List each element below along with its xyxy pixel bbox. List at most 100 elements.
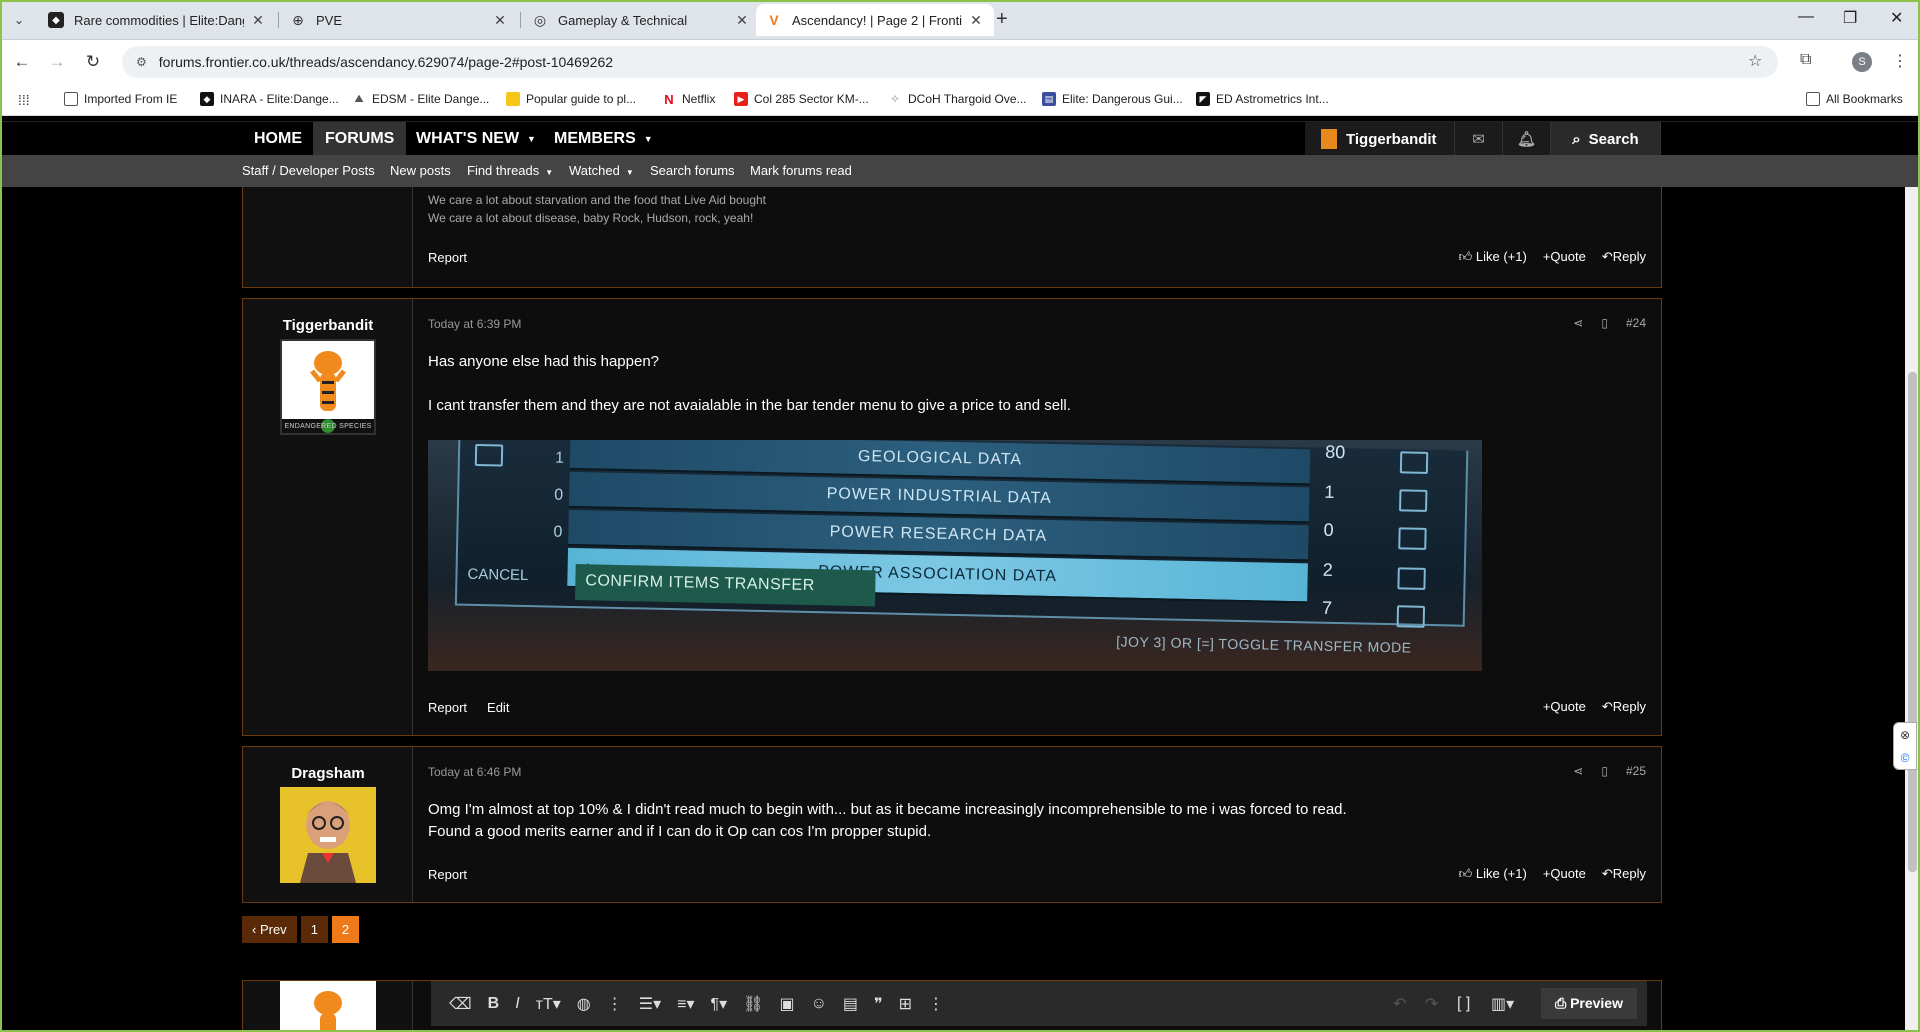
tab-close-icon[interactable]: ✕ (492, 12, 508, 29)
page-1-button[interactable]: 1 (300, 916, 328, 943)
bookmark-popular-guide[interactable]: Popular guide to pl... (506, 92, 636, 106)
reply-button[interactable]: ↶Reply (1602, 866, 1646, 882)
tab-close-icon[interactable]: ✕ (968, 12, 984, 29)
all-bookmarks[interactable]: All Bookmarks (1806, 92, 1903, 106)
bookmark-icon[interactable]: ▯ (1601, 764, 1608, 778)
new-tab-plus-icon[interactable]: + (996, 8, 1008, 31)
report-link[interactable]: Report (428, 867, 467, 882)
bookmark-netflix[interactable]: N Netflix (662, 92, 715, 107)
reload-icon[interactable]: ↻ (82, 51, 104, 73)
palette-icon[interactable]: ◍ (577, 994, 591, 1014)
tab-rare-commodities[interactable]: ◆ Rare commodities | Elite:Dange ✕ (38, 4, 276, 36)
subnav-find-threads[interactable]: Find threads ▼ (467, 155, 553, 189)
tab-pve[interactable]: ⊕ PVE ✕ (280, 4, 518, 36)
preview-button[interactable]: ⎙ Preview (1540, 988, 1637, 1019)
align-icon[interactable]: ≡▾ (677, 994, 694, 1014)
bookmark-elite-guide[interactable]: ▤ Elite: Dangerous Gui... (1042, 92, 1183, 106)
tab-ascendancy-active[interactable]: V Ascendancy! | Page 2 | Frontier ✕ (756, 4, 994, 36)
quote-button[interactable]: +Quote (1543, 866, 1586, 882)
bookmark-dcoh[interactable]: ✧ DCoH Thargoid Ove... (888, 92, 1027, 106)
tab-close-icon[interactable]: ✕ (250, 12, 266, 29)
image-icon[interactable]: ▣ (779, 994, 794, 1014)
report-link[interactable]: Report (428, 700, 467, 715)
table-icon[interactable]: ⊞ (899, 994, 912, 1014)
subnav-watched[interactable]: Watched ▼ (569, 155, 634, 189)
bookmark-col-285[interactable]: ▶ Col 285 Sector KM-... (734, 92, 869, 106)
italic-icon[interactable]: I (515, 995, 519, 1013)
quote-icon[interactable]: ❞ (874, 994, 883, 1014)
side-extension-widget[interactable]: ⊗ © (1893, 722, 1917, 770)
back-arrow-icon[interactable]: ← (11, 51, 33, 73)
site-settings-icon[interactable]: ⚙ (136, 55, 147, 69)
nav-members[interactable]: MEMBERS ▼ (542, 122, 665, 156)
post-username[interactable]: Dragsham (243, 765, 413, 782)
page-2-current[interactable]: 2 (331, 916, 360, 943)
tab-close-icon[interactable]: ✕ (734, 12, 750, 29)
subnav-search-forums[interactable]: Search forums (650, 155, 735, 187)
extensions-puzzle-icon[interactable]: ⧉ (1800, 51, 1811, 69)
attached-game-screenshot[interactable]: 1 0 0 GEOLOGICAL DATA POWER INDUSTRIAL D… (428, 440, 1482, 671)
text-size-icon[interactable]: тT▾ (536, 994, 561, 1014)
avatar[interactable] (280, 787, 376, 883)
quote-button[interactable]: +Quote (1543, 699, 1586, 715)
like-button[interactable]: 👍︎ Like (+1) (1459, 866, 1527, 882)
drafts-icon[interactable]: ▥▾ (1491, 994, 1514, 1014)
reply-button[interactable]: ↶Reply (1602, 699, 1646, 715)
redo-icon[interactable]: ↷ (1425, 994, 1438, 1014)
emoji-icon[interactable]: ☺ (811, 995, 827, 1013)
profile-avatar[interactable]: S (1852, 52, 1872, 72)
bookmark-edsm[interactable]: ⛰ EDSM - Elite Dange... (352, 92, 489, 106)
reply-button[interactable]: ↶Reply (1602, 249, 1646, 265)
post-number[interactable]: #25 (1626, 764, 1646, 778)
media-icon[interactable]: ▤ (843, 994, 858, 1014)
account-button[interactable]: Tiggerbandit (1305, 122, 1455, 156)
like-button[interactable]: 👍︎ Like (+1) (1459, 249, 1527, 265)
post-timestamp[interactable]: Today at 6:39 PM (428, 317, 521, 331)
share-icon[interactable]: ⋖ (1573, 316, 1583, 330)
eraser-icon[interactable]: ⌫ (449, 994, 472, 1014)
nav-home[interactable]: HOME (242, 122, 314, 156)
apps-grid-icon[interactable]: ⁞⁞⁞ (18, 92, 30, 108)
nav-whats-new[interactable]: WHAT'S NEW ▼ (404, 122, 548, 156)
forward-arrow-icon[interactable]: → (46, 51, 68, 73)
scrollbar-thumb[interactable] (1908, 372, 1917, 872)
more-vertical-icon[interactable]: ⋮ (607, 994, 623, 1014)
tab-search-chevron-icon[interactable]: ⌄ (8, 9, 30, 31)
edit-link[interactable]: Edit (487, 700, 509, 715)
extension-logo-icon[interactable]: © (1901, 751, 1910, 765)
link-icon[interactable]: ⛓ (743, 994, 763, 1014)
kebab-menu-icon[interactable]: ⋮ (1892, 51, 1908, 71)
share-icon[interactable]: ⋖ (1573, 764, 1583, 778)
bookmark-icon[interactable]: ▯ (1601, 316, 1608, 330)
bookmark-ed-astrometrics[interactable]: ◤ ED Astrometrics Int... (1196, 92, 1329, 106)
window-close-icon[interactable]: ✕ (1890, 8, 1903, 28)
report-link[interactable]: Report (428, 250, 467, 265)
bookmark-star-icon[interactable]: ☆ (1748, 51, 1762, 71)
post-number[interactable]: #24 (1626, 316, 1646, 330)
more-vertical-icon[interactable]: ⋮ (928, 994, 944, 1014)
bookmark-imported-from-ie[interactable]: Imported From IE (64, 92, 177, 106)
toggle-bbcode-icon[interactable]: [ ] (1457, 995, 1470, 1013)
inbox-envelope-icon[interactable]: ✉ (1455, 122, 1503, 156)
list-icon[interactable]: ☰▾ (639, 994, 661, 1014)
restore-icon[interactable]: ❐ (1843, 8, 1857, 28)
search-button[interactable]: ⌕ Search (1551, 122, 1661, 156)
tab-gameplay-technical[interactable]: ◎ Gameplay & Technical ✕ (522, 4, 760, 36)
alerts-bell-icon[interactable]: 🔔︎ (1503, 122, 1551, 156)
paragraph-icon[interactable]: ¶▾ (711, 994, 728, 1014)
nav-forums[interactable]: FORUMS (313, 122, 407, 156)
bookmark-inara[interactable]: ◆ INARA - Elite:Dange... (200, 92, 339, 106)
post-username[interactable]: Tiggerbandit (243, 317, 413, 334)
close-circle-icon[interactable]: ⊗ (1900, 728, 1910, 742)
avatar[interactable] (280, 339, 376, 435)
undo-icon[interactable]: ↶ (1393, 994, 1406, 1014)
address-bar[interactable]: ⚙ forums.frontier.co.uk/threads/ascendan… (122, 46, 1778, 78)
prev-page-button[interactable]: ‹ Prev (242, 916, 297, 943)
subnav-mark-read[interactable]: Mark forums read (750, 155, 852, 187)
post-timestamp[interactable]: Today at 6:46 PM (428, 765, 521, 779)
quote-button[interactable]: +Quote (1543, 249, 1586, 265)
bold-icon[interactable]: B (488, 995, 500, 1013)
subnav-new-posts[interactable]: New posts (390, 155, 451, 187)
page-scrollbar[interactable] (1905, 187, 1920, 1032)
minimize-icon[interactable]: — (1798, 8, 1814, 26)
